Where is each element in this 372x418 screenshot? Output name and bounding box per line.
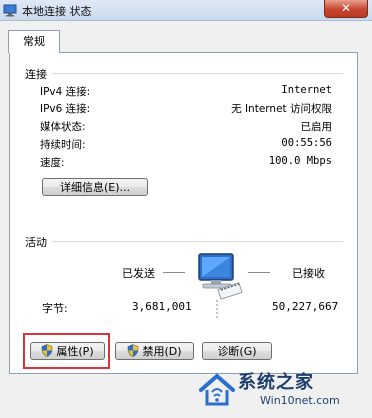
ipv4-label: IPv4 连接: [40,86,91,98]
speed-value: 100.0 Mbps [268,155,332,167]
uac-shield-icon [128,344,139,357]
properties-highlight-box [23,333,110,369]
title-bar: 本地连接 状态 ✕ [0,0,372,21]
activity-divider [52,241,343,242]
watermark-url: Win10net.com [260,394,340,407]
ipv6-label: IPv6 连接: [40,103,91,115]
sent-dash [163,272,185,273]
details-button[interactable]: 详细信息(E)... [42,178,148,196]
connection-section-label: 连接 [25,68,47,81]
site-watermark: 系统之家 Win10net.com [194,366,364,414]
connection-divider [52,73,343,74]
received-label: 已接收 [292,267,325,280]
network-connection-icon [3,4,17,17]
media-state-label: 媒体状态: [40,121,86,133]
window-title: 本地连接 状态 [22,5,92,18]
ipv4-value: Internet [281,84,332,96]
house-logo-icon [199,373,235,406]
network-activity-icon [198,253,243,318]
diagnose-button[interactable]: 诊断(G) [202,342,272,360]
received-dash [248,272,270,273]
watermark-title: 系统之家 [238,372,314,393]
disable-button-label: 禁用(D) [142,345,182,358]
duration-label: 持续时间: [40,139,86,151]
sent-label: 已发送 [122,267,155,280]
disable-button[interactable]: 禁用(D) [115,342,194,360]
close-button[interactable]: ✕ [324,0,368,18]
tab-general[interactable]: 常规 [8,30,60,53]
activity-section-label: 活动 [25,236,47,249]
bytes-sent-value: 3,681,001 [132,300,192,313]
bytes-label: 字节: [42,302,68,315]
speed-label: 速度: [40,157,65,169]
duration-value: 00:55:56 [281,137,332,149]
media-state-value: 已启用 [300,121,333,133]
bytes-received-value: 50,227,667 [272,300,339,313]
ipv6-value: 无 Internet 访问权限 [231,103,332,115]
